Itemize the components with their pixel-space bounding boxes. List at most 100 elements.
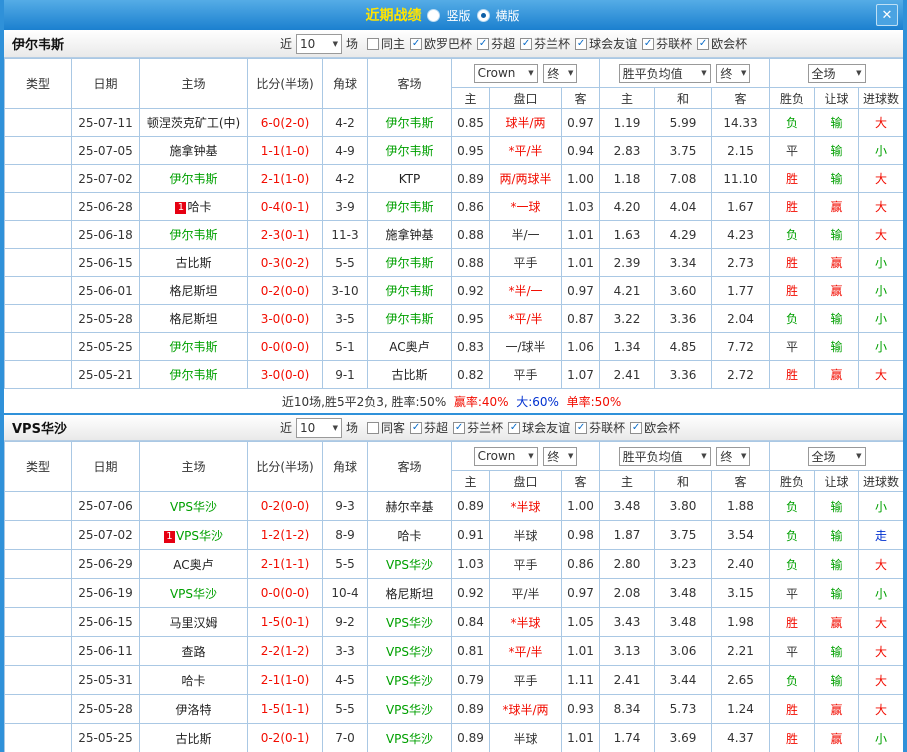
goals-result: 小	[858, 136, 903, 165]
chevron-down-icon: ▼	[568, 452, 574, 460]
odds-home: 0.92	[451, 578, 490, 608]
match-date: 25-05-25	[71, 332, 140, 361]
filter-checkbox-checked[interactable]: ✓ 芬超	[410, 419, 448, 436]
avg-stage-select[interactable]: 终 ▼	[716, 446, 751, 466]
odds-away: 0.98	[561, 520, 600, 550]
subcol-let: 让球	[814, 87, 860, 109]
odds-home: 0.95	[451, 304, 490, 333]
stats-summary: 近10场,胜5平2负3, 胜率:50% 赢率:40% 大:60% 单率:50%	[4, 389, 903, 413]
filter-checkbox-checked[interactable]: ✓ 芬超	[477, 35, 515, 52]
radio-vertical-label[interactable]: 竖版	[446, 7, 470, 24]
filter-checkbox-checked[interactable]: ✓ 芬联杯	[575, 419, 625, 436]
odds-away: 1.00	[561, 164, 600, 193]
avg-odds-select[interactable]: 胜平负均值 ▼	[618, 446, 711, 466]
avg-draw-odds: 3.44	[654, 665, 712, 695]
avg-draw-odds: 4.04	[654, 192, 712, 221]
score: 1-5(0-1)	[247, 607, 323, 637]
filter-checkbox-checked[interactable]: ✓ 球会友谊	[508, 419, 570, 436]
match-result: 负	[769, 108, 816, 137]
odds-away: 1.03	[561, 192, 600, 221]
league-type: 芬超	[4, 136, 72, 165]
match-row: 芬超 25-06-15 古比斯 0-3(0-2) 5-5 伊尔韦斯 0.88 平手 1.01 2.…	[4, 248, 903, 277]
match-result: 胜	[769, 248, 816, 277]
radio-horizontal-label[interactable]: 横版	[496, 7, 520, 24]
away-team: 伊尔韦斯	[367, 192, 452, 221]
checkbox-label: 同主	[381, 37, 406, 51]
match-date: 25-05-31	[71, 665, 140, 695]
odds-group-header: Crown ▼ 终 ▼	[451, 58, 600, 88]
radio-vertical[interactable]	[427, 8, 441, 22]
close-icon[interactable]: ✕	[876, 4, 898, 26]
odds-home: 0.88	[451, 248, 490, 277]
filter-checkbox-checked[interactable]: ✓ 欧会杯	[630, 419, 680, 436]
subcol-avg-away: 客	[710, 470, 771, 492]
handicap-result: 赢	[814, 360, 860, 389]
filter-checkbox-unchecked[interactable]: 同主	[367, 35, 405, 52]
odds-away: 0.87	[561, 304, 600, 333]
corner-score: 3-9	[322, 192, 368, 221]
score: 0-2(0-1)	[247, 723, 323, 752]
match-row: 芬超 25-06-19 VPS华沙 0-0(0-0) 10-4 格尼斯坦 0.92 平/半 0.…	[4, 578, 903, 608]
odds-away: 1.01	[561, 220, 600, 249]
recent-results-popup: 近期战绩 竖版 横版 ✕ 伊尔韦斯 近 10 ▼ 场 同主 ✓ 欧罗巴杯 ✓ 芬超 ✓ 芬兰…	[0, 0, 907, 752]
league-type: 芬超	[4, 248, 72, 277]
match-row: 芬超 25-06-15 马里汉姆 1-5(0-1) 9-2 VPS华沙 0.84 *半球 1.0…	[4, 607, 903, 637]
match-date: 25-05-25	[71, 723, 140, 752]
odds-away: 1.11	[561, 665, 600, 695]
odds-away: 0.93	[561, 694, 600, 724]
corner-score: 4-5	[322, 665, 368, 695]
avg-draw-odds: 3.48	[654, 578, 712, 608]
handicap-result: 输	[814, 164, 860, 193]
handicap-line: 平手	[489, 248, 562, 277]
full-match-select[interactable]: 全场 ▼	[807, 446, 866, 466]
avg-home-odds: 4.20	[599, 192, 655, 221]
league-type: 欧罗巴杯	[4, 108, 72, 137]
filter-checkbox-checked[interactable]: ✓ 欧罗巴杯	[410, 35, 472, 52]
away-team: VPS华沙	[367, 549, 452, 579]
col-corner: 角球	[322, 58, 368, 109]
avg-away-odds: 4.37	[710, 723, 771, 752]
filter-checkbox-unchecked[interactable]: 同客	[367, 419, 405, 436]
away-team: 伊尔韦斯	[367, 136, 452, 165]
avg-draw-odds: 3.06	[654, 636, 712, 666]
handicap-result: 赢	[814, 723, 860, 752]
match-row: 芬超 25-05-21 伊尔韦斯 3-0(0-0) 9-1 古比斯 0.82 平手 1.07 2.…	[4, 360, 903, 389]
score: 3-0(0-0)	[247, 304, 323, 333]
league-type: 芬兰杯	[4, 304, 72, 333]
handicap-result: 赢	[814, 192, 860, 221]
odds-stage-select[interactable]: 终 ▼	[543, 446, 578, 466]
avg-away-odds: 11.10	[710, 164, 771, 193]
match-result: 胜	[769, 723, 816, 752]
filter-checkbox-checked[interactable]: ✓ 球会友谊	[575, 35, 637, 52]
odds-home: 0.85	[451, 108, 490, 137]
filter-checkbox-checked[interactable]: ✓ 芬联杯	[642, 35, 692, 52]
match-row: 芬超 25-07-06 VPS华沙 0-2(0-0) 9-3 赫尔辛基 0.89 *半球 1.0…	[4, 491, 903, 521]
full-match-select[interactable]: 全场 ▼	[807, 63, 866, 83]
match-result: 平	[769, 578, 816, 608]
goals-result: 大	[858, 192, 903, 221]
odds-away: 1.07	[561, 360, 600, 389]
league-type: 芬超	[4, 723, 72, 752]
odds-stage-select[interactable]: 终 ▼	[543, 63, 578, 83]
radio-horizontal[interactable]	[476, 8, 490, 22]
away-team: 格尼斯坦	[367, 578, 452, 608]
col-away: 客场	[367, 58, 452, 109]
filter-checkbox-checked[interactable]: ✓ 芬兰杯	[520, 35, 570, 52]
filter-checkbox-checked[interactable]: ✓ 欧会杯	[697, 35, 747, 52]
odds-company-select[interactable]: Crown ▼	[473, 446, 538, 466]
score: 1-2(1-2)	[247, 520, 323, 550]
match-count-select[interactable]: 10 ▼	[296, 417, 343, 438]
checkbox-icon: ✓	[642, 37, 655, 50]
filter-checkbox-checked[interactable]: ✓ 芬兰杯	[453, 419, 503, 436]
avg-home-odds: 2.41	[599, 665, 655, 695]
team-name: VPS华沙	[12, 422, 67, 437]
home-team: 伊尔韦斯	[139, 332, 248, 361]
avg-stage-select[interactable]: 终 ▼	[716, 63, 751, 83]
odds-company-select[interactable]: Crown ▼	[473, 63, 538, 83]
avg-home-odds: 8.34	[599, 694, 655, 724]
avg-odds-select[interactable]: 胜平负均值 ▼	[618, 63, 711, 83]
match-count-select[interactable]: 10 ▼	[296, 33, 343, 54]
league-type: 芬超	[4, 220, 72, 249]
match-row: 芬超 25-07-05 施拿钟基 1-1(1-0) 4-9 伊尔韦斯 0.95 *平/半 0.9…	[4, 136, 903, 165]
match-result: 平	[769, 332, 816, 361]
